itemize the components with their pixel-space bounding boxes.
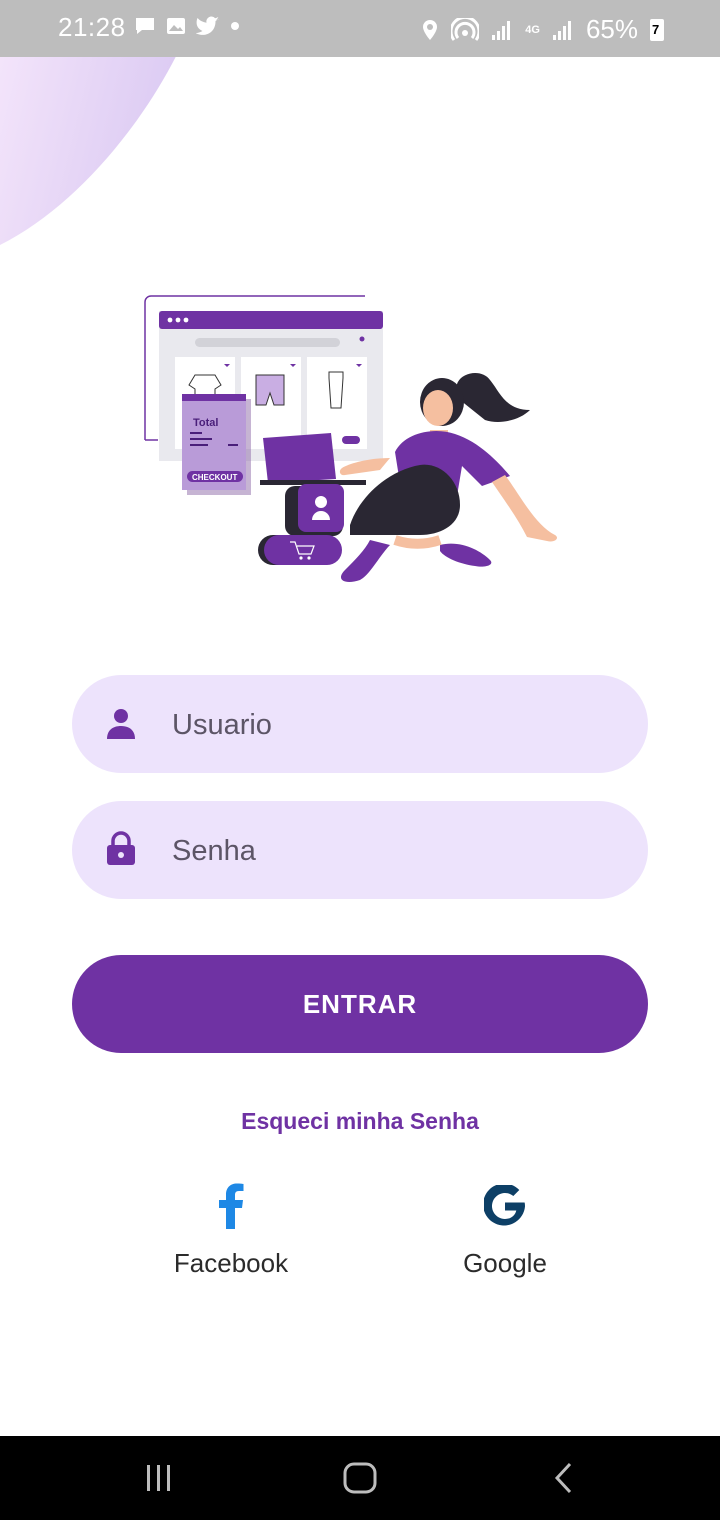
back-button[interactable]: [543, 1458, 583, 1498]
total-label: Total: [193, 417, 218, 429]
hotspot-icon: [451, 17, 480, 41]
signal-icon: [492, 20, 511, 40]
facebook-label: Facebook: [173, 1248, 289, 1278]
facebook-icon: [219, 1183, 244, 1229]
enter-button[interactable]: ENTRAR: [72, 955, 648, 1053]
recents-icon: [147, 1465, 170, 1491]
recents-button[interactable]: [139, 1458, 179, 1498]
username-input[interactable]: [170, 697, 614, 753]
message-icon: [136, 18, 154, 34]
image-icon: [167, 18, 185, 34]
forgot-password-link[interactable]: Esqueci minha Senha: [0, 1108, 720, 1135]
google-label: Google: [463, 1248, 547, 1278]
battery-percent: 65%: [585, 14, 638, 44]
navigation-bar: [0, 1436, 720, 1520]
home-button[interactable]: [340, 1458, 380, 1498]
google-login-button[interactable]: Google: [405, 1182, 605, 1279]
battery-badge: 7: [652, 21, 660, 37]
password-input[interactable]: [170, 823, 614, 879]
status-time: 21:28: [58, 12, 126, 42]
back-icon: [554, 1462, 572, 1494]
lock-icon: [107, 831, 135, 865]
home-icon: [343, 1462, 377, 1494]
username-field[interactable]: [72, 675, 648, 773]
google-icon: [484, 1185, 525, 1226]
status-bar: 21:28 4G 65% 7: [0, 0, 720, 57]
network-type-label: 4G: [525, 23, 540, 36]
dot-icon: [231, 22, 239, 30]
twitter-icon: [196, 16, 219, 35]
checkout-label: CHECKOUT: [192, 473, 237, 482]
shopping-illustration: Total CHECKOUT: [144, 295, 558, 582]
battery-icon: 7: [650, 18, 664, 41]
password-field[interactable]: [72, 801, 648, 899]
facebook-login-button[interactable]: Facebook: [131, 1182, 331, 1279]
user-icon: [107, 709, 135, 739]
location-icon: [423, 19, 438, 40]
4g-signal-icon: [552, 20, 571, 40]
